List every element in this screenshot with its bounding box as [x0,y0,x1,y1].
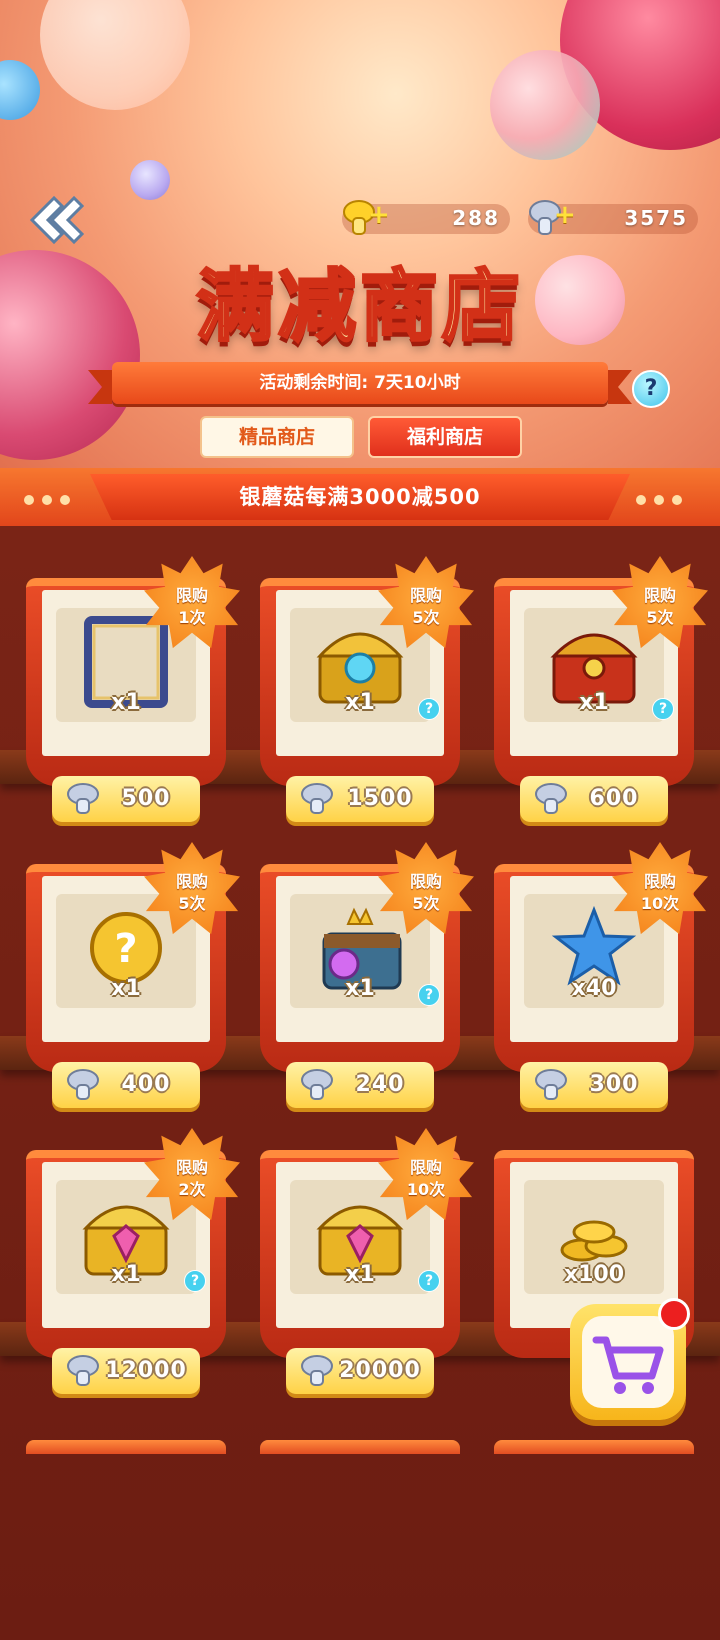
price-value: 500 [121,786,171,811]
item-info-icon[interactable]: ? [652,698,674,720]
price-button[interactable]: 500 [52,776,200,822]
price-button[interactable]: 12000 [52,1348,200,1394]
gold-mushroom-counter[interactable]: + 288 [342,200,510,235]
price-button[interactable]: 1500 [286,776,434,822]
countdown-text: 活动剩余时间: 7天10小时 [259,373,461,393]
price-button[interactable]: 400 [52,1062,200,1108]
shop-item-card[interactable]: x1 ? 限购 5次 1500 [260,556,474,822]
item-quantity: x100 [563,1262,625,1287]
shop-item-card[interactable]: x1 限购 1次 500 [26,556,240,822]
price-value: 1500 [347,786,413,811]
shop-item-card[interactable]: x40 限购 10次 300 [494,842,708,1108]
help-button[interactable]: ? [632,370,670,408]
silver-mushroom-icon [301,1069,333,1100]
item-info-icon[interactable]: ? [418,698,440,720]
shopping-cart-icon [592,1336,664,1394]
decor-orb [0,60,40,120]
add-gold-icon[interactable]: + [368,200,390,230]
silver-mushroom-icon [301,1355,333,1386]
price-value: 300 [589,1072,639,1097]
back-button[interactable] [24,192,85,248]
gold-amount: 288 [452,206,500,230]
shop-item-card[interactable]: x1 ? 限购 5次 600 [494,556,708,822]
silver-mushroom-icon [67,783,99,814]
notification-dot [658,1298,690,1330]
next-row-card-top [26,1440,226,1454]
price-button[interactable]: 240 [286,1062,434,1108]
promo-text: 银蘑菇每满3000减500 [239,485,481,509]
price-value: 400 [121,1072,171,1097]
decor-orb [490,50,600,160]
price-value: 12000 [105,1358,187,1383]
svg-text:?: ? [114,926,137,972]
item-info-icon[interactable]: ? [184,1270,206,1292]
silver-mushroom-icon [535,1069,567,1100]
tab-welfare-shop[interactable]: 福利商店 [368,416,522,458]
item-quantity: x1 [111,976,141,1001]
price-button[interactable]: 20000 [286,1348,434,1394]
silver-mushroom-icon [535,783,567,814]
silver-mushroom-counter[interactable]: + 3575 [528,200,698,235]
add-silver-icon[interactable]: + [554,200,576,230]
price-button[interactable]: 600 [520,776,668,822]
shop-item-card[interactable]: x1 ? 限购 10次 20000 [260,1128,474,1394]
silver-amount: 3575 [624,206,688,230]
promo-banner: 银蘑菇每满3000减500 [0,468,720,526]
price-value: 240 [355,1072,405,1097]
decor-orb [40,0,190,110]
silver-mushroom-icon [67,1355,99,1386]
double-chevron-left-icon [29,195,85,245]
shop-item-card[interactable]: x1 ? 限购 5次 240 [260,842,474,1108]
price-value: 600 [589,786,639,811]
item-quantity: x40 [571,976,617,1001]
countdown-ribbon: 活动剩余时间: 7天10小时 [88,362,632,404]
price-button[interactable]: 300 [520,1062,668,1108]
item-info-icon[interactable]: ? [418,984,440,1006]
next-row-card-top [260,1440,460,1454]
price-value: 20000 [339,1358,421,1383]
decor-orb [130,160,170,200]
item-quantity: x1 [111,690,141,715]
page-title: 满减商店 [194,261,524,354]
silver-mushroom-icon [301,783,333,814]
silver-mushroom-icon [67,1069,99,1100]
decor-orb [0,250,140,460]
cart-button-face [582,1316,674,1408]
cart-button[interactable] [570,1298,690,1420]
tab-premium-shop[interactable]: 精品商店 [200,416,354,458]
shop-item-card[interactable]: ? x1 限购 5次 400 [26,842,240,1108]
shop-item-card[interactable]: x1 ? 限购 2次 12000 [26,1128,240,1394]
next-row-card-top [494,1440,694,1454]
item-info-icon[interactable]: ? [418,1270,440,1292]
